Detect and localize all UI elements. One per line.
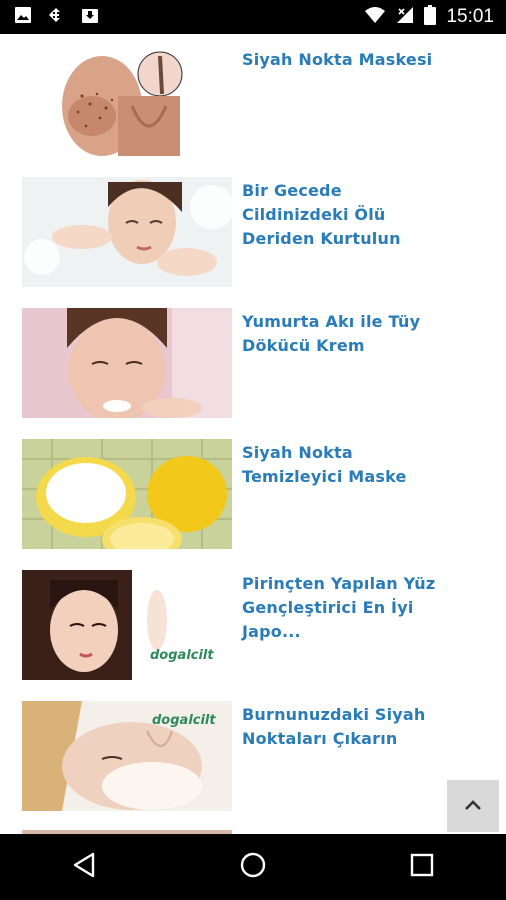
dogalcilt-watermark: dogalcilt bbox=[150, 648, 214, 663]
back-button[interactable] bbox=[54, 837, 114, 897]
article-title[interactable]: Siyah Nokta Maskesi bbox=[242, 48, 442, 72]
chevron-up-icon bbox=[463, 797, 483, 816]
article-thumbnail[interactable] bbox=[22, 46, 232, 156]
status-bar: 15:01 bbox=[0, 0, 506, 34]
article-title[interactable]: Yumurta Akı ile Tüy Dökücü Krem bbox=[242, 310, 442, 358]
signal-icon bbox=[396, 6, 414, 28]
status-time: 15:01 bbox=[446, 6, 494, 27]
home-icon bbox=[239, 851, 267, 883]
sync-icon bbox=[46, 5, 66, 29]
article-item[interactable]: dogalcilt Burnunuzdaki Siyah Noktaları Ç… bbox=[22, 701, 482, 813]
article-item[interactable]: dogalcilt Pirinçten Yapılan Yüz Gençleşt… bbox=[22, 570, 482, 682]
navigation-bar bbox=[0, 834, 506, 900]
article-title[interactable]: Siyah Nokta Temizleyici Maske bbox=[242, 441, 442, 489]
article-thumbnail[interactable] bbox=[22, 439, 232, 549]
wifi-icon bbox=[364, 6, 386, 28]
article-item[interactable]: Yumurta Akı ile Tüy Dökücü Krem bbox=[22, 308, 482, 420]
recents-icon bbox=[409, 852, 435, 882]
article-thumbnail[interactable]: dogalcilt bbox=[22, 701, 232, 811]
article-thumbnail[interactable] bbox=[22, 308, 232, 418]
article-item[interactable]: Bir Gecede Cildinizdeki Ölü Deriden Kurt… bbox=[22, 177, 482, 289]
article-title[interactable]: Burnunuzdaki Siyah Noktaları Çıkarın bbox=[242, 703, 442, 751]
image-icon bbox=[14, 6, 32, 28]
dogalcilt-watermark: dogalcilt bbox=[152, 713, 216, 728]
article-thumbnail[interactable] bbox=[22, 177, 232, 287]
article-title[interactable]: Bir Gecede Cildinizdeki Ölü Deriden Kurt… bbox=[242, 179, 442, 251]
recents-button[interactable] bbox=[392, 837, 452, 897]
article-item[interactable]: Siyah Nokta Temizleyici Maske bbox=[22, 439, 482, 551]
article-thumbnail[interactable]: dogalcilt bbox=[22, 570, 232, 680]
article-title[interactable]: Pirinçten Yapılan Yüz Gençleştirici En İ… bbox=[242, 572, 442, 644]
article-item[interactable]: Siyah Nokta Maskesi bbox=[22, 46, 482, 158]
battery-icon bbox=[424, 5, 437, 29]
home-button[interactable] bbox=[223, 837, 283, 897]
scroll-to-top-button[interactable] bbox=[447, 780, 499, 832]
download-icon bbox=[80, 5, 100, 29]
back-icon bbox=[71, 851, 97, 883]
article-list: Siyah Nokta Maskesi Bir Gecede Cildinizd… bbox=[0, 34, 506, 834]
